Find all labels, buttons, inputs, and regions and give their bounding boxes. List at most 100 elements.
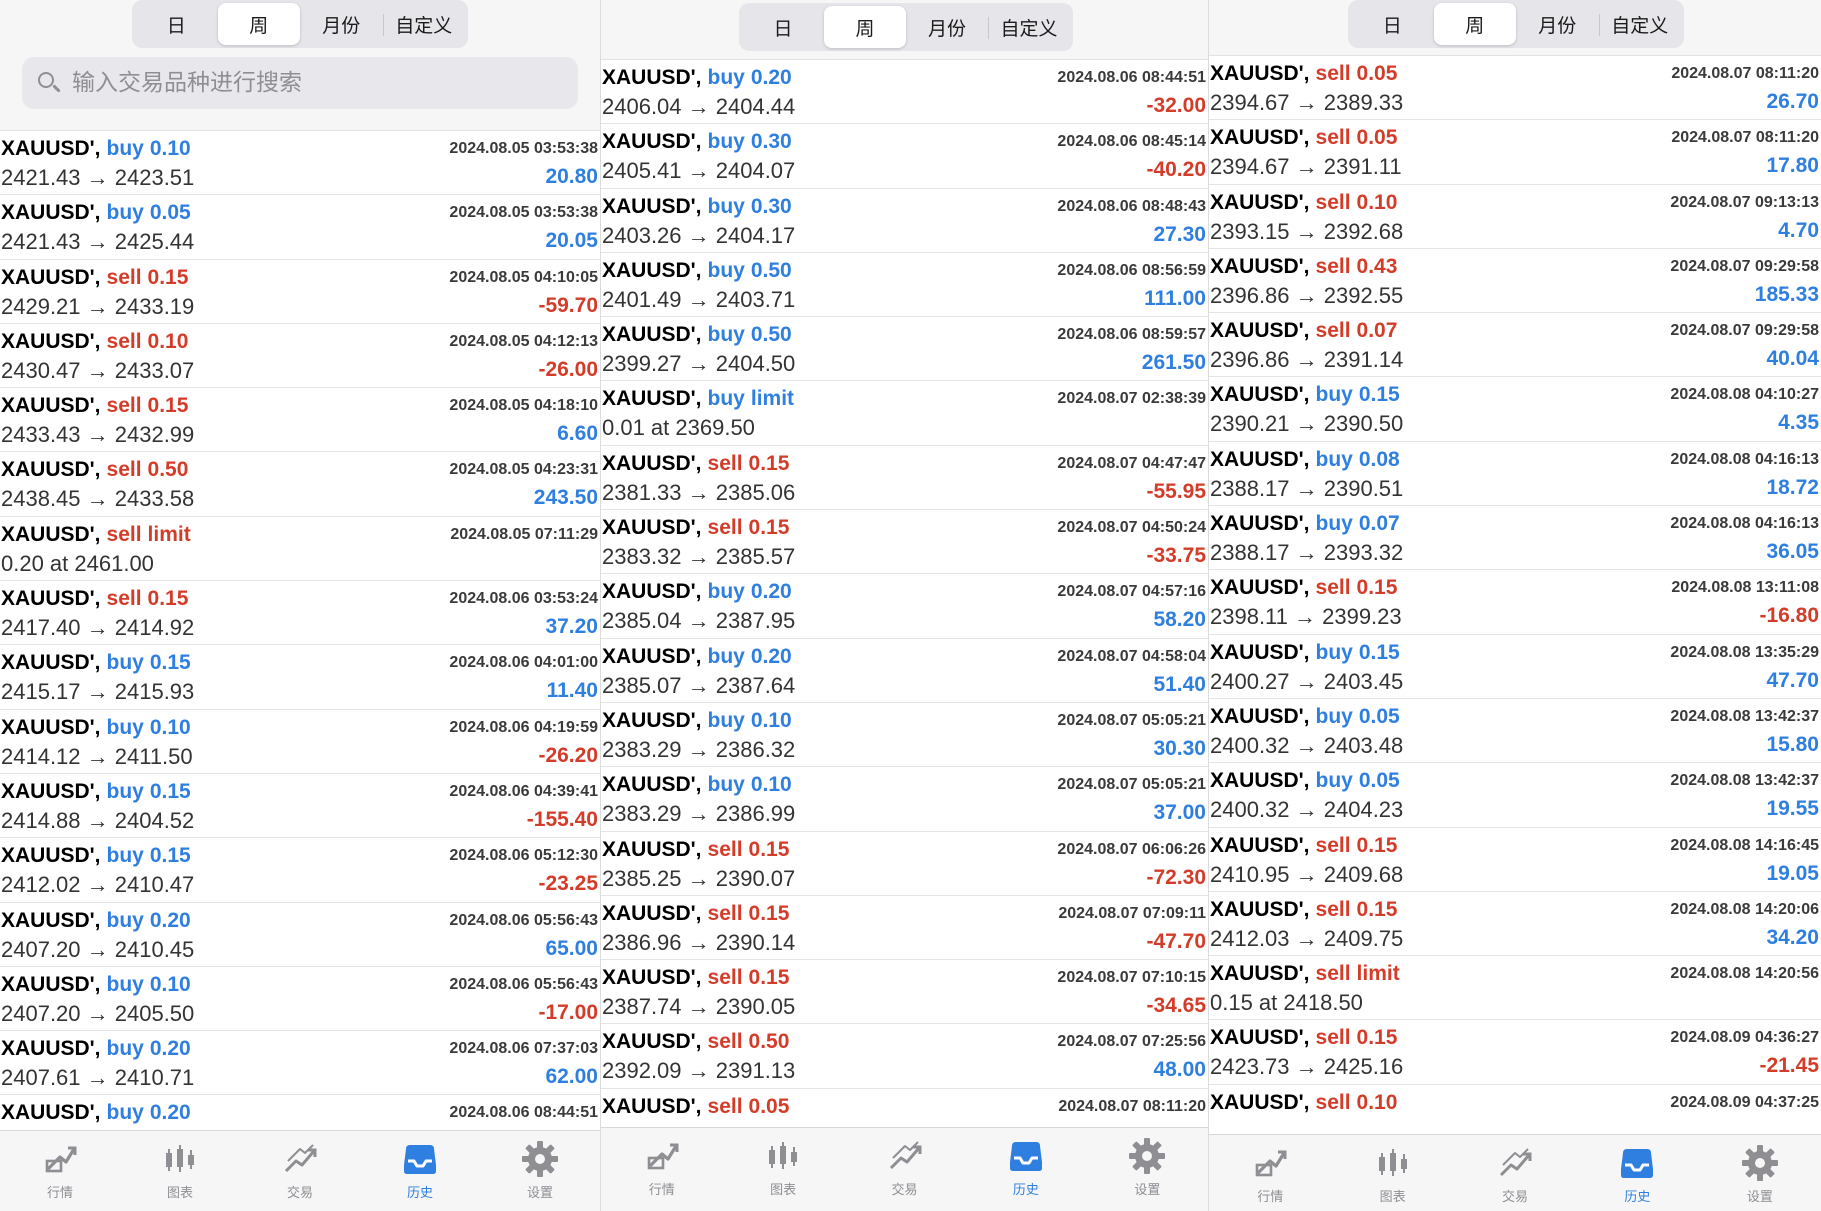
trade-row[interactable]: XAUUSD', sell limit 2024.08.05 07:11:29 0.20… [0, 517, 600, 582]
trade-row[interactable]: XAUUSD', buy 0.10 2024.08.07 05:05:21 2383.2… [601, 767, 1208, 832]
trade-row[interactable]: XAUUSD', sell 0.10 2024.08.05 04:12:13 2430.… [0, 324, 600, 389]
trade-row[interactable]: XAUUSD', sell 0.15 2024.08.06 03:53:24 2417.… [0, 581, 600, 646]
trade-row[interactable]: XAUUSD', buy 0.10 2024.08.07 05:05:21 2383.2… [601, 703, 1208, 768]
segment-1[interactable]: 周 [824, 6, 906, 48]
segment-1[interactable]: 周 [1433, 3, 1516, 45]
trade-row[interactable]: XAUUSD', sell 0.50 2024.08.07 07:25:56 2392.… [601, 1024, 1208, 1089]
segment-2[interactable]: 月份 [1516, 3, 1599, 45]
trade-row[interactable]: XAUUSD', sell 0.15 2024.08.08 14:16:45 2410.… [1209, 828, 1821, 892]
segment-2[interactable]: 月份 [300, 3, 383, 45]
trade-row[interactable]: XAUUSD', buy 0.20 2024.08.06 08:44:51 2406.0… [601, 60, 1208, 125]
trade-row[interactable]: XAUUSD', buy 0.15 2024.08.06 04:01:00 2415.1… [0, 645, 600, 710]
segment-3[interactable]: 自定义 [382, 3, 466, 45]
tab-历史[interactable]: 历史 [360, 1131, 480, 1211]
symbol-text: XAUUSD' [1210, 1090, 1304, 1114]
trade-prices: 0.20 at 2461.00 [1, 550, 154, 576]
trade-row[interactable]: XAUUSD', sell 0.15 2024.08.07 04:47:47 2381.… [601, 446, 1208, 511]
symbol-comma: , [94, 587, 101, 611]
trade-row[interactable]: XAUUSD', sell 0.07 2024.08.07 09:29:58 2396.… [1209, 313, 1821, 378]
trade-row[interactable]: XAUUSD', sell 0.15 2024.08.09 04:36:27 2423.… [1209, 1020, 1821, 1085]
search-bar[interactable] [22, 57, 578, 109]
trade-history-list[interactable]: XAUUSD', buy 0.10 2024.08.05 03:53:38 2421.4… [0, 131, 600, 1130]
trade-row[interactable]: XAUUSD', buy 0.50 2024.08.06 08:59:57 2399.2… [601, 317, 1208, 382]
trade-row[interactable]: XAUUSD', buy 0.30 2024.08.06 08:45:14 2405.4… [601, 124, 1208, 189]
tab-交易[interactable]: 交易 [240, 1131, 360, 1211]
trade-row[interactable]: XAUUSD', buy 0.20 2024.08.06 08:44:51 [0, 1095, 600, 1130]
trade-row[interactable]: XAUUSD', buy 0.20 2024.08.06 05:56:43 2407.2… [0, 903, 600, 967]
trade-row[interactable]: XAUUSD', sell 0.50 2024.08.05 04:23:31 2438.… [0, 452, 600, 517]
trade-side: sell [707, 451, 743, 475]
segment-1[interactable]: 周 [217, 3, 300, 45]
tab-交易[interactable]: 交易 [844, 1128, 965, 1211]
trade-row[interactable]: XAUUSD', buy 0.15 2024.08.06 05:12:30 2412.0… [0, 838, 600, 903]
trade-row[interactable]: XAUUSD', buy 0.15 2024.08.06 04:39:41 2414.8… [0, 774, 600, 839]
tab-历史[interactable]: 历史 [965, 1128, 1086, 1211]
tab-设置[interactable]: 设置 [480, 1131, 600, 1211]
trade-row[interactable]: XAUUSD', buy 0.10 2024.08.05 03:53:38 2421.4… [0, 131, 600, 196]
trade-row[interactable]: XAUUSD', buy 0.30 2024.08.06 08:48:43 2403.2… [601, 189, 1208, 253]
trade-icon [280, 1139, 320, 1179]
trade-row[interactable]: XAUUSD', sell 0.15 2024.08.07 06:06:26 2385.… [601, 832, 1208, 896]
trade-volume: 0.20 [750, 580, 792, 604]
trade-row[interactable]: XAUUSD', buy 0.10 2024.08.06 04:19:59 2414.1… [0, 710, 600, 774]
segment-0[interactable]: 日 [1351, 3, 1434, 45]
trade-row[interactable]: XAUUSD', buy 0.20 2024.08.06 07:37:03 2407.6… [0, 1031, 600, 1096]
trade-profit: -59.70 [538, 293, 598, 317]
trade-row[interactable]: XAUUSD', sell 0.15 2024.08.07 07:10:15 2387.… [601, 960, 1208, 1025]
tab-行情[interactable]: 行情 [1209, 1135, 1331, 1211]
trade-volume: 0.15 [149, 651, 191, 675]
trade-row[interactable]: XAUUSD', buy 0.15 2024.08.08 04:10:27 2390.2… [1209, 377, 1821, 442]
trade-time: 2024.08.06 05:12:30 [449, 847, 598, 865]
trade-row[interactable]: XAUUSD', sell 0.15 2024.08.08 14:20:06 2412.… [1209, 892, 1821, 957]
trade-row[interactable]: XAUUSD', sell 0.05 2024.08.07 08:11:20 2394.… [1209, 120, 1821, 185]
trade-row[interactable]: XAUUSD', sell limit 2024.08.08 14:20:56 0.15… [1209, 956, 1821, 1021]
tab-历史[interactable]: 历史 [1576, 1135, 1698, 1211]
chart-line-icon [40, 1139, 80, 1179]
period-segmented-control: 日周月份 自定义 [1348, 0, 1684, 48]
trade-row[interactable]: XAUUSD', buy 0.07 2024.08.08 04:16:13 2388.1… [1209, 506, 1821, 571]
trade-row[interactable]: XAUUSD', buy 0.50 2024.08.06 08:56:59 2401.4… [601, 253, 1208, 318]
trade-row[interactable]: XAUUSD', sell 0.15 2024.08.05 04:10:05 2429.… [0, 260, 600, 324]
trade-time: 2024.08.07 08:11:20 [1671, 129, 1819, 147]
trade-symbol: XAUUSD', sell 0.15 [1210, 576, 1397, 600]
trade-row[interactable]: XAUUSD', sell 0.43 2024.08.07 09:29:58 2396.… [1209, 249, 1821, 314]
tab-交易[interactable]: 交易 [1454, 1135, 1576, 1211]
trade-row[interactable]: XAUUSD', buy 0.05 2024.08.05 03:53:38 2421.4… [0, 195, 600, 260]
trade-row[interactable]: XAUUSD', sell 0.15 2024.08.08 13:11:08 2398.… [1209, 570, 1821, 635]
tab-图表[interactable]: 图表 [722, 1128, 843, 1211]
symbol-text: XAUUSD' [1, 972, 95, 996]
trade-row[interactable]: XAUUSD', sell 0.05 2024.08.07 08:11:20 [601, 1089, 1208, 1127]
trade-row[interactable]: XAUUSD', buy 0.15 2024.08.08 13:35:29 2400.2… [1209, 635, 1821, 699]
trade-row[interactable]: XAUUSD', buy 0.10 2024.08.06 05:56:43 2407.2… [0, 967, 600, 1032]
segment-2[interactable]: 月份 [906, 6, 988, 48]
tab-行情[interactable]: 行情 [601, 1128, 722, 1211]
trade-row[interactable]: XAUUSD', buy 0.20 2024.08.07 04:58:04 2385.0… [601, 639, 1208, 703]
trade-row[interactable]: XAUUSD', buy 0.05 2024.08.08 13:42:37 2400.3… [1209, 763, 1821, 828]
search-input[interactable] [72, 70, 552, 96]
trade-row[interactable]: XAUUSD', sell 0.10 2024.08.09 04:37:25 [1209, 1085, 1821, 1134]
trade-row[interactable]: XAUUSD', sell 0.10 2024.08.07 09:13:13 2393.… [1209, 185, 1821, 249]
trade-row[interactable]: XAUUSD', buy limit 2024.08.07 02:38:39 0.01 … [601, 381, 1208, 446]
trade-time: 2024.08.05 03:53:38 [449, 204, 598, 222]
trade-row[interactable]: XAUUSD', buy 0.08 2024.08.08 04:16:13 2388.1… [1209, 442, 1821, 507]
segment-0[interactable]: 日 [742, 6, 824, 48]
trade-row[interactable]: XAUUSD', sell 0.15 2024.08.05 04:18:10 2433.… [0, 388, 600, 453]
tab-图表[interactable]: 图表 [1331, 1135, 1453, 1211]
segment-3[interactable]: 自定义 [988, 6, 1070, 48]
trade-profit: 47.70 [1766, 668, 1819, 692]
trade-history-list[interactable]: XAUUSD', sell 0.05 2024.08.07 08:11:20 2394.… [1209, 56, 1821, 1134]
tab-设置[interactable]: 设置 [1087, 1128, 1208, 1211]
trade-row[interactable]: XAUUSD', buy 0.05 2024.08.08 13:42:37 2400.3… [1209, 699, 1821, 764]
trade-row[interactable]: XAUUSD', sell 0.05 2024.08.07 08:11:20 2394.… [1209, 56, 1821, 121]
tab-图表[interactable]: 图表 [120, 1131, 240, 1211]
tab-设置[interactable]: 设置 [1699, 1135, 1821, 1211]
trade-row[interactable]: XAUUSD', sell 0.15 2024.08.07 07:09:11 2386.… [601, 896, 1208, 961]
trade-prices: 2383.32 → 2385.57 [602, 544, 796, 570]
tab-行情[interactable]: 行情 [0, 1131, 120, 1211]
segment-3[interactable]: 自定义 [1598, 3, 1682, 45]
trade-row[interactable]: XAUUSD', sell 0.15 2024.08.07 04:50:24 2383.… [601, 510, 1208, 575]
trade-side: sell [106, 458, 142, 482]
trade-history-list[interactable]: XAUUSD', buy 0.20 2024.08.06 08:44:51 2406.0… [601, 60, 1208, 1127]
segment-0[interactable]: 日 [135, 3, 218, 45]
trade-row[interactable]: XAUUSD', buy 0.20 2024.08.07 04:57:16 2385.0… [601, 574, 1208, 639]
